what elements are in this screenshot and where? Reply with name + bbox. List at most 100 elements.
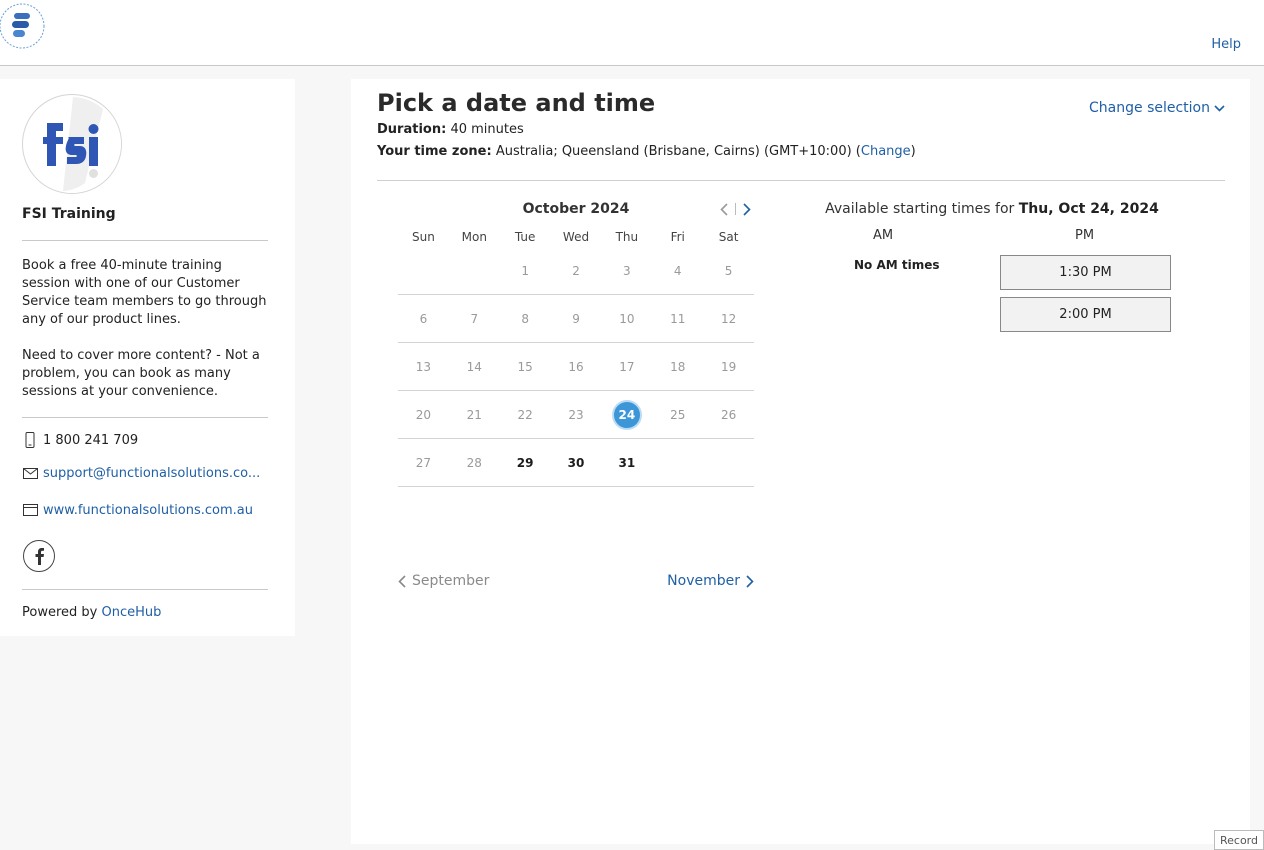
sidebar: FSI Training Book a free 40-minute train… [0,79,295,636]
calendar-day: 3 [601,247,652,295]
sidebar-divider [22,240,268,241]
previous-month-label: September [412,573,490,589]
description-paragraph: Book a free 40-minute training session w… [22,258,267,327]
calendar-day: 9 [551,295,602,343]
calendar-day: 26 [703,391,754,439]
phone-number: 1 800 241 709 [43,432,139,448]
email-link[interactable]: support@functionalsolutions.co... [43,466,260,481]
fsi-logo-icon [22,94,122,194]
timezone-value: Australia; Queensland (Brisbane, Cairns)… [495,144,852,159]
previous-month-link[interactable]: September [398,573,489,589]
calendar-day-number: 7 [470,311,479,326]
chevron-left-icon [398,574,406,588]
chevron-down-icon [1214,104,1225,112]
record-button[interactable]: Record [1214,830,1264,850]
website-link[interactable]: www.functionalsolutions.com.au [43,503,253,518]
calendar-day: 25 [652,391,703,439]
next-month-button[interactable] [740,200,754,218]
powered-by: Powered by OnceHub [22,605,161,620]
change-selection-button[interactable]: Change selection [1089,100,1225,116]
phone-icon [22,432,38,448]
weekday-label: Tue [514,230,536,244]
calendar-week-row: 13 14 15 16 17 18 19 [398,343,754,391]
calendar-day[interactable]: 30 [551,439,602,487]
weekday-header: Sun Mon Tue Wed Thu Fri Sat [398,230,754,244]
selected-date: Thu, Oct 24, 2024 [1018,201,1159,217]
duration-label: Duration: [377,122,447,137]
timezone: Your time zone: Australia; Queensland (B… [377,144,916,159]
facebook-icon[interactable] [23,540,55,572]
header-divider [377,180,1225,181]
sidebar-description: Book a free 40-minute training session w… [22,257,272,401]
contact-email[interactable]: support@functionalsolutions.co... [22,465,260,481]
calendar-day-number: 29 [516,455,534,470]
calendar-day-number: 4 [673,263,682,278]
calendar-empty-cell [703,439,754,487]
calendar-day-number: 30 [567,455,585,470]
calendar-empty-cell [652,439,703,487]
pm-column-label: PM [1075,228,1095,243]
calendar-day-number: 28 [466,455,482,470]
browser-window-icon [22,502,38,518]
calendar-day: 13 [398,343,449,391]
calendar-week-row: 6 7 8 9 10 11 12 [398,295,754,343]
weekday-label: Fri [670,230,685,244]
calendar-day: 23 [551,391,602,439]
change-selection-label: Change selection [1089,100,1210,116]
calendar-day: 5 [703,247,754,295]
calendar-day-number: 9 [572,311,580,326]
time-slot-button[interactable]: 1:30 PM [1000,255,1171,290]
calendar-grid: 1 2 3 4 5 6 7 8 9 10 11 12 13 14 15 16 17 18 19 20 21 22 23 24 2… [398,247,754,487]
calendar-day: 12 [703,295,754,343]
change-timezone-link[interactable]: Change [861,144,911,159]
calendar-day-number: 1 [521,263,529,278]
calendar-day-number: 12 [720,311,737,326]
calendar-day-number: 24 [611,399,642,430]
calendar-day-number: 16 [568,359,584,374]
calendar-day-number: 23 [568,407,584,422]
calendar-day: 1 [500,247,551,295]
calendar-week-row: 1 2 3 4 5 [398,247,754,295]
weekday-label: Sun [412,230,435,244]
contact-website[interactable]: www.functionalsolutions.com.au [22,502,253,518]
calendar-day: 16 [551,343,602,391]
calendar-day-number: 6 [419,311,428,326]
calendar-day-number: 18 [670,359,686,374]
chevron-right-icon [743,202,751,216]
next-month-label: November [667,573,740,589]
previous-month-button[interactable] [717,200,731,218]
calendar-day: 28 [449,439,500,487]
help-link[interactable]: Help [1211,37,1241,52]
envelope-icon [22,465,38,481]
timezone-label: Your time zone: [377,144,492,159]
calendar-day-number: 31 [618,455,636,470]
calendar-week-row: 27 28 29 30 31 [398,439,754,487]
calendar-day-number: 25 [670,407,686,422]
sidebar-divider [22,589,268,590]
nav-separator [735,203,736,215]
calendar-day-number: 8 [521,311,529,326]
calendar-day: 8 [500,295,551,343]
page-title: Pick a date and time [377,89,656,117]
powered-by-text: Powered by [22,605,98,620]
calendar-day: 10 [601,295,652,343]
calendar-day[interactable]: 29 [500,439,551,487]
calendar-day-number: 19 [720,359,737,374]
calendar-day: 4 [652,247,703,295]
time-slot-button[interactable]: 2:00 PM [1000,297,1171,332]
times-heading-prefix: Available starting times for [825,201,1015,217]
weekday-label: Wed [562,230,590,244]
calendar-day-number: 5 [724,263,733,278]
calendar-day-number: 26 [720,407,737,422]
calendar-day-selected[interactable]: 24 [601,391,652,439]
next-month-link[interactable]: November [667,573,754,589]
no-am-times: No AM times [854,258,940,272]
calendar-day-number: 20 [415,407,432,422]
calendar-day-number: 14 [466,359,482,374]
calendar-day: 19 [703,343,754,391]
oncehub-link[interactable]: OnceHub [102,605,162,620]
calendar-day[interactable]: 31 [601,439,652,487]
calendar-day-number: 22 [517,407,533,422]
calendar-day-number: 27 [415,455,432,470]
calendar-day: 17 [601,343,652,391]
